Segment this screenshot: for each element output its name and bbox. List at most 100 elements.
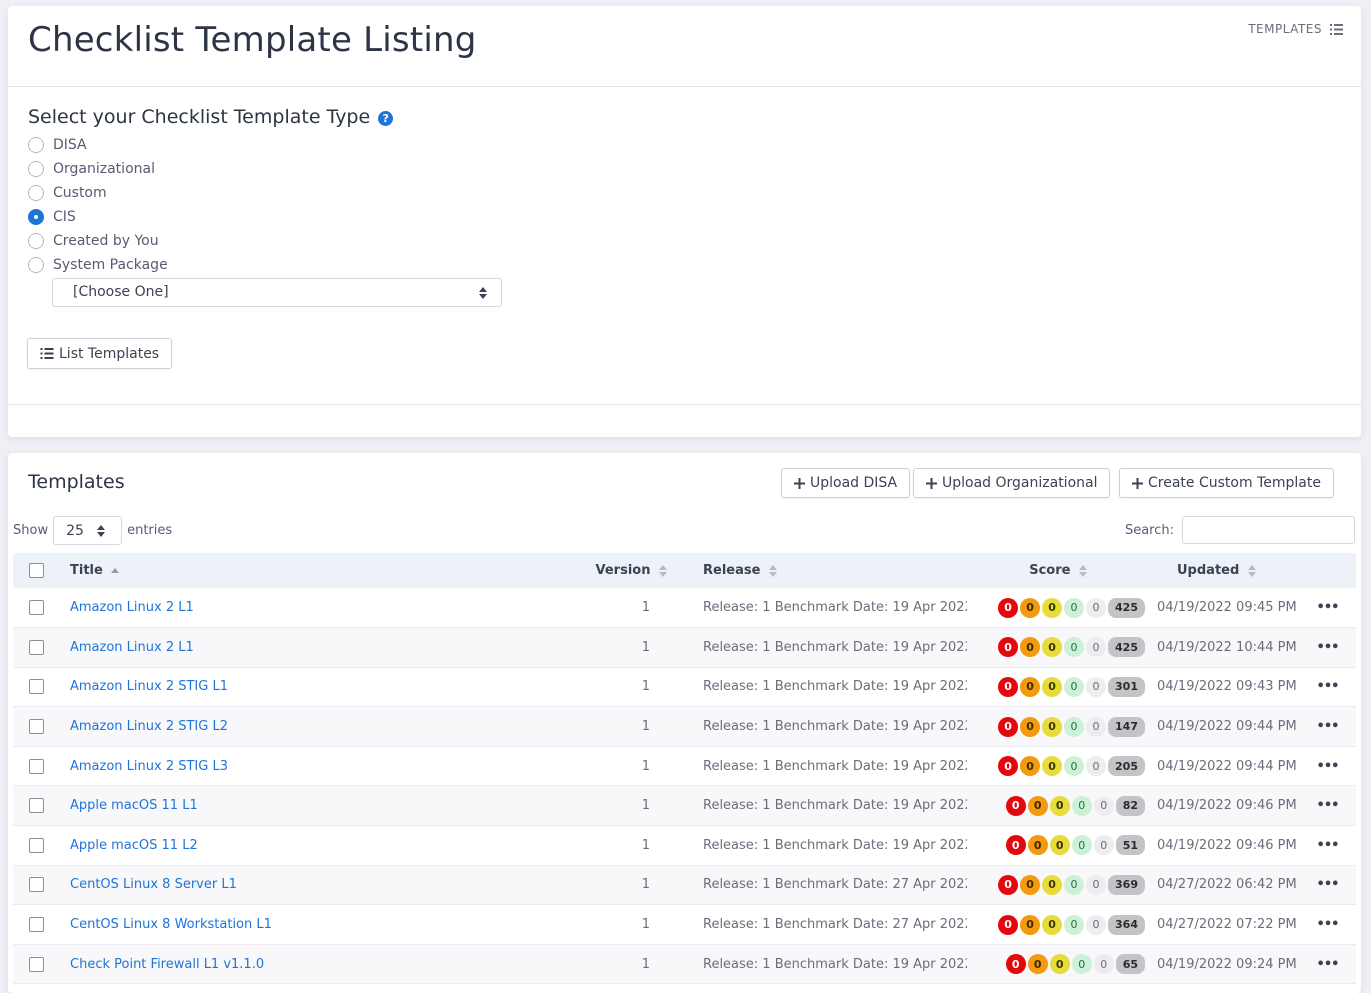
row-checkbox[interactable] xyxy=(29,917,44,933)
release-cell: Release: 1 Benchmark Date: 19 Apr 2022 xyxy=(703,600,967,616)
more-horizontal-icon[interactable]: ••• xyxy=(1299,628,1356,668)
template-title-link[interactable]: Amazon Linux 2 STIG L2 xyxy=(70,719,228,734)
radio-label: DISA xyxy=(53,137,87,153)
version-cell: 1 xyxy=(641,639,650,655)
title-cell: CentOS Linux 8 Workstation L1 xyxy=(58,905,565,945)
score-critical-badge: 0 xyxy=(998,716,1019,737)
sort-icon xyxy=(768,564,777,577)
score-cell: 0 0 0 0 0 301 xyxy=(967,667,1147,707)
entries-select[interactable]: 25 xyxy=(53,516,123,545)
updated-cell: 04/19/2022 09:24 PM xyxy=(1157,956,1297,972)
updated-cell: 04/27/2022 07:22 PM xyxy=(1157,917,1297,933)
row-select-cell xyxy=(13,588,58,628)
updated-cell: 04/19/2022 10:44 PM xyxy=(1157,639,1297,655)
score-critical-badge: 0 xyxy=(998,874,1019,895)
page-length-control: Show 25 entries xyxy=(13,516,172,545)
template-title-link[interactable]: Amazon Linux 2 L1 xyxy=(70,640,194,655)
column-header-actions xyxy=(1299,553,1356,588)
updated-cell: 04/19/2022 09:43 PM xyxy=(1157,679,1297,695)
row-checkbox[interactable] xyxy=(29,600,44,616)
score-low-badge: 0 xyxy=(1071,835,1092,856)
score-critical-badge: 0 xyxy=(998,637,1019,658)
more-horizontal-icon[interactable]: ••• xyxy=(1299,667,1356,707)
row-checkbox[interactable] xyxy=(29,639,44,655)
radio-button[interactable] xyxy=(28,137,44,153)
score-low-badge: 0 xyxy=(1064,597,1085,618)
score-cell: 0 0 0 0 0 369 xyxy=(967,865,1147,905)
templates-link[interactable]: TEMPLATES xyxy=(1248,22,1343,36)
template-title-link[interactable]: Amazon Linux 2 STIG L1 xyxy=(70,679,228,694)
score-cell: 0 0 0 0 0 364 xyxy=(967,905,1147,945)
column-header-release[interactable]: Release xyxy=(687,553,967,588)
row-checkbox[interactable] xyxy=(29,679,44,695)
score-medium-badge: 0 xyxy=(1049,835,1070,856)
row-checkbox[interactable] xyxy=(29,837,44,853)
upload-disa-button[interactable]: Upload DISA xyxy=(781,468,911,498)
score-critical-badge: 0 xyxy=(1005,795,1026,816)
column-header-version[interactable]: Version xyxy=(565,553,687,588)
updated-cell: 04/19/2022 09:45 PM xyxy=(1157,600,1297,616)
score-medium-badge: 0 xyxy=(1049,795,1070,816)
search-input[interactable] xyxy=(1182,516,1355,544)
score-cell: 0 0 0 0 0 51 xyxy=(967,826,1147,866)
template-title-link[interactable]: CentOS Linux 8 Workstation L1 xyxy=(70,917,272,932)
score-high-badge: 0 xyxy=(1020,637,1041,658)
score-total-badge: 205 xyxy=(1108,756,1145,777)
score-critical-badge: 0 xyxy=(998,756,1019,777)
radio-created-by-you[interactable]: Created by You xyxy=(28,233,159,249)
row-checkbox[interactable] xyxy=(29,877,44,893)
table-row: Amazon Linux 2 STIG L2 1 Release: 1 Benchm… xyxy=(13,706,1356,747)
table-row: Apple macOS 11 L2 1 Release: 1 Benchmark D… xyxy=(13,826,1356,866)
radio-label: CIS xyxy=(53,209,76,225)
table-row: Apple macOS 11 L1 1 Release: 1 Benchmark D… xyxy=(13,785,1356,826)
template-title-link[interactable]: Check Point Firewall L1 v1.1.0 xyxy=(70,957,264,972)
version-cell: 1 xyxy=(641,798,650,814)
title-cell: Amazon Linux 2 STIG L2 xyxy=(58,707,565,747)
score-medium-badge: 0 xyxy=(1042,597,1063,618)
row-checkbox[interactable] xyxy=(29,719,44,735)
radio-button-selected[interactable] xyxy=(28,209,44,225)
score-medium-badge: 0 xyxy=(1042,756,1063,777)
radio-system-package[interactable]: System Package xyxy=(28,257,168,273)
more-horizontal-icon[interactable]: ••• xyxy=(1299,746,1356,786)
upload-disa-label: Upload DISA xyxy=(810,475,898,491)
radio-cis[interactable]: CIS xyxy=(28,209,76,225)
column-header-title[interactable]: Title xyxy=(58,553,565,588)
template-title-link[interactable]: Apple macOS 11 L1 xyxy=(70,798,198,813)
radio-button[interactable] xyxy=(28,233,44,249)
more-horizontal-icon[interactable]: ••• xyxy=(1299,826,1356,866)
template-title-link[interactable]: Amazon Linux 2 L1 xyxy=(70,600,194,615)
more-horizontal-icon[interactable]: ••• xyxy=(1299,905,1356,945)
more-horizontal-icon[interactable]: ••• xyxy=(1299,786,1356,826)
question-circle-icon[interactable]: ? xyxy=(378,111,394,126)
radio-custom[interactable]: Custom xyxy=(28,185,107,201)
radio-button[interactable] xyxy=(28,257,44,273)
more-horizontal-icon[interactable]: ••• xyxy=(1299,944,1356,984)
radio-organizational[interactable]: Organizational xyxy=(28,161,155,177)
score-cell: 0 0 0 0 0 425 xyxy=(967,588,1147,628)
score-badges: 0 0 0 0 0 205 xyxy=(975,756,1145,777)
upload-organizational-button[interactable]: Upload Organizational xyxy=(913,468,1111,498)
list-templates-button[interactable]: List Templates xyxy=(27,338,173,369)
score-cell: 0 0 0 0 0 82 xyxy=(967,786,1147,826)
select-all-checkbox[interactable] xyxy=(29,563,44,578)
radio-button[interactable] xyxy=(28,161,44,177)
more-horizontal-icon[interactable]: ••• xyxy=(1299,707,1356,747)
more-horizontal-icon[interactable]: ••• xyxy=(1299,865,1356,905)
show-label: Show xyxy=(13,523,49,538)
column-header-score[interactable]: Score xyxy=(967,553,1147,588)
score-critical-badge: 0 xyxy=(998,676,1019,697)
row-checkbox[interactable] xyxy=(29,798,44,814)
column-header-updated[interactable]: Updated xyxy=(1147,553,1299,588)
create-custom-template-button[interactable]: Create Custom Template xyxy=(1119,468,1334,498)
more-horizontal-icon[interactable]: ••• xyxy=(1299,588,1356,628)
template-title-link[interactable]: Amazon Linux 2 STIG L3 xyxy=(70,759,228,774)
radio-button[interactable] xyxy=(28,185,44,201)
score-medium-badge: 0 xyxy=(1042,716,1063,737)
system-package-select[interactable]: [Choose One] xyxy=(52,278,502,307)
template-title-link[interactable]: Apple macOS 11 L2 xyxy=(70,838,198,853)
row-checkbox[interactable] xyxy=(29,956,44,972)
radio-disa[interactable]: DISA xyxy=(28,137,87,153)
row-checkbox[interactable] xyxy=(29,758,44,774)
template-title-link[interactable]: CentOS Linux 8 Server L1 xyxy=(70,877,237,892)
